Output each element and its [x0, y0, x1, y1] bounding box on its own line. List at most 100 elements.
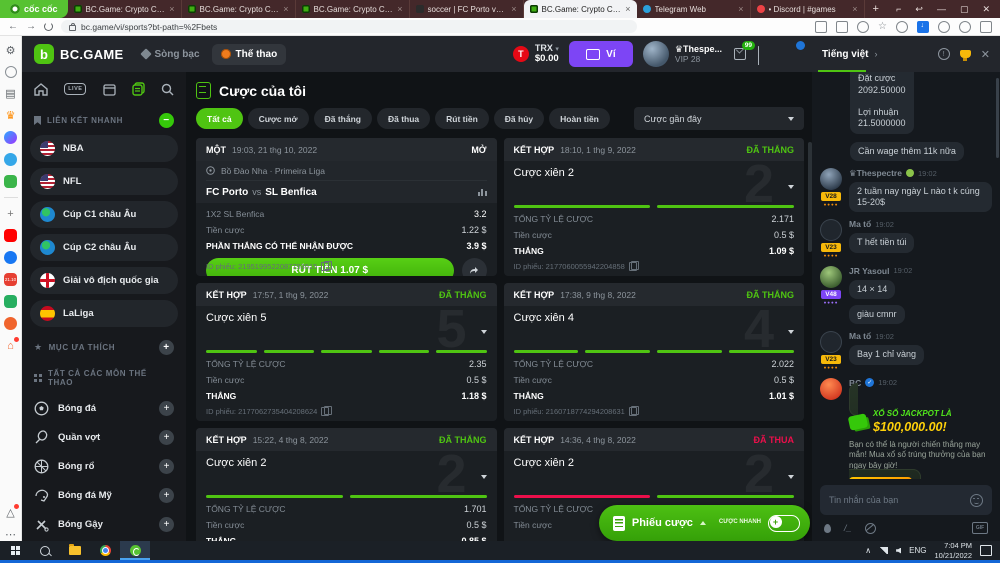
add-sport-button[interactable]: +	[159, 401, 174, 416]
sidebar-item-national-league[interactable]: Giải vô địch quốc gia	[30, 267, 178, 294]
calendar-icon[interactable]	[102, 83, 116, 96]
add-shortcut-icon[interactable]: +	[4, 207, 17, 220]
coccoc-taskbar-icon[interactable]	[120, 541, 150, 560]
copy-icon[interactable]	[321, 260, 332, 271]
bc-bot-avatar[interactable]	[820, 377, 842, 400]
expand-icon[interactable]	[480, 330, 487, 334]
notifications-bell-icon[interactable]: △	[4, 504, 19, 519]
gamepad-icon[interactable]	[4, 175, 17, 188]
wallet-button[interactable]: Ví	[568, 41, 633, 67]
crown-icon[interactable]: ♛	[4, 109, 17, 122]
maximize-button[interactable]: ▢	[960, 4, 969, 15]
coccoc-menu-button[interactable]: cốc cốc	[0, 0, 68, 18]
reading-list-icon[interactable]: ▤	[4, 87, 17, 100]
filter-cancelled[interactable]: Đã hủy	[493, 108, 545, 129]
reload-icon[interactable]	[44, 22, 53, 31]
downloads-tray-icon[interactable]	[980, 20, 992, 33]
filter-all[interactable]: Tất cả	[196, 108, 243, 129]
sidebar-item-nfl[interactable]: NFL	[30, 168, 178, 195]
stats-icon[interactable]	[477, 188, 487, 196]
facebook-icon[interactable]	[4, 251, 17, 264]
taskbar-search[interactable]	[30, 541, 60, 560]
bet-card-single[interactable]: MỘT 19:03, 21 thg 10, 2022 MỞ Bồ Đào Nha…	[196, 138, 497, 276]
sidebar-item-nba[interactable]: NBA	[30, 135, 178, 162]
expand-icon[interactable]	[788, 185, 794, 189]
copy-icon[interactable]	[628, 405, 640, 416]
network-icon[interactable]	[879, 547, 889, 554]
filter-cashout[interactable]: Rút tiền	[435, 108, 489, 129]
add-sport-button[interactable]: +	[159, 430, 174, 445]
close-tab-icon[interactable]: ×	[397, 4, 402, 14]
expand-icon[interactable]	[788, 330, 794, 334]
add-sport-button[interactable]: +	[159, 517, 174, 532]
sidebar-item-cup-c1[interactable]: Cúp C1 châu Âu	[30, 201, 178, 228]
close-tab-icon[interactable]: ×	[738, 4, 743, 14]
start-button[interactable]	[0, 541, 30, 560]
share-icon[interactable]	[857, 20, 870, 33]
copy-icon[interactable]	[628, 260, 640, 271]
tab-search-icon[interactable]: ⌐	[896, 4, 901, 14]
save-page-icon[interactable]	[815, 20, 828, 33]
shop-icon[interactable]	[4, 295, 17, 308]
live-icon[interactable]: LIVE	[64, 83, 87, 95]
tray-expand-icon[interactable]: ∧	[865, 546, 871, 555]
avatar[interactable]	[820, 167, 842, 190]
sidebar-sport-tennis[interactable]: Quần vợt +	[30, 423, 178, 452]
profile-menu[interactable]: ♛Thespe... VIP 28	[642, 41, 722, 67]
bet-card-combo[interactable]: KẾT HỢP 17:57, 1 thg 9, 2022 ĐÃ THẮNG Cư…	[196, 283, 497, 421]
trophy-icon[interactable]	[959, 50, 971, 61]
bet-card-combo[interactable]: KẾT HỢP 15:22, 4 thg 8, 2022 ĐÃ THẮNG Cư…	[196, 428, 497, 541]
buy-ticket-button[interactable]: Mua vé	[849, 476, 912, 479]
speaker-icon[interactable]	[896, 547, 902, 554]
chat-input[interactable]: Tin nhắn của bạn	[820, 485, 992, 515]
close-chat-icon[interactable]: ✕	[981, 48, 990, 61]
filter-won[interactable]: Đã thắng	[313, 108, 372, 129]
filter-lost[interactable]: Đã thua	[376, 108, 431, 129]
bet-card-combo[interactable]: KẾT HỢP 18:10, 1 thg 9, 2022 ĐÃ THẮNG Cư…	[503, 138, 804, 276]
sidebar-item-cup-c2[interactable]: Cúp C2 châu Âu	[30, 234, 178, 261]
search-icon[interactable]	[161, 83, 174, 96]
sidebar-sport-cricket[interactable]: Bóng Gậy +	[30, 510, 178, 539]
taskbar-clock[interactable]: 7:04 PM 10/21/2022	[934, 541, 972, 560]
close-tab-icon[interactable]: ×	[511, 4, 516, 14]
history-clock-icon[interactable]	[4, 66, 17, 78]
translate-icon[interactable]	[836, 20, 849, 33]
emoji-picker-icon[interactable]	[970, 493, 983, 507]
filter-open[interactable]: Cược mở	[247, 108, 309, 129]
sidebar-sport-football[interactable]: Bóng đá +	[30, 394, 178, 423]
coinflip-icon[interactable]	[864, 522, 876, 534]
forward-icon[interactable]: →	[26, 21, 36, 32]
youtube-icon[interactable]	[4, 229, 17, 242]
chrome-icon[interactable]	[90, 541, 120, 560]
browser-tab-7[interactable]: • Discord | #games ×	[751, 0, 865, 18]
avatar[interactable]	[820, 265, 842, 288]
social-icon[interactable]	[4, 153, 17, 166]
bell-icon[interactable]	[758, 46, 774, 96]
betslip-button[interactable]: Phiếu cược CƯỢC NHANH	[598, 505, 810, 541]
browser-tab-6[interactable]: Telegram Web ×	[637, 0, 751, 18]
file-explorer-icon[interactable]	[60, 541, 90, 560]
avatar[interactable]	[820, 331, 842, 354]
nav-sports[interactable]: Thế thao	[211, 43, 287, 65]
add-sport-button[interactable]: +	[159, 488, 174, 503]
url-field[interactable]: bc.game/vi/sports?bt-path=%2Fbets	[61, 20, 637, 33]
add-favorite-button[interactable]: +	[159, 340, 174, 355]
chat-language-tab[interactable]: Tiếng việt	[822, 49, 869, 60]
browser-tab-2[interactable]: BC.Game: Crypto Casino×	[182, 0, 296, 18]
copy-icon[interactable]	[321, 405, 332, 416]
expand-icon[interactable]	[480, 475, 487, 479]
cart-icon[interactable]: ⌂	[4, 337, 19, 352]
close-tab-icon[interactable]: ×	[852, 4, 857, 14]
tab-history-icon[interactable]: ↩	[915, 4, 923, 15]
home-icon[interactable]	[34, 82, 48, 96]
bcgame-logo[interactable]: b BC.GAME	[34, 44, 124, 64]
more-icon[interactable]: ⋯	[4, 528, 17, 541]
minimize-button[interactable]: —	[937, 4, 946, 14]
new-tab-button[interactable]: +	[865, 0, 887, 18]
sort-dropdown[interactable]: Cược gần đây	[634, 107, 804, 130]
close-tab-icon[interactable]: ×	[283, 4, 288, 14]
browser-tab-4[interactable]: soccer | FC Porto vs SL B×	[410, 0, 524, 18]
mail-icon[interactable]: 99	[732, 41, 755, 61]
shield-icon[interactable]	[896, 20, 908, 33]
sale-2110-icon[interactable]: 21.10	[4, 273, 17, 286]
